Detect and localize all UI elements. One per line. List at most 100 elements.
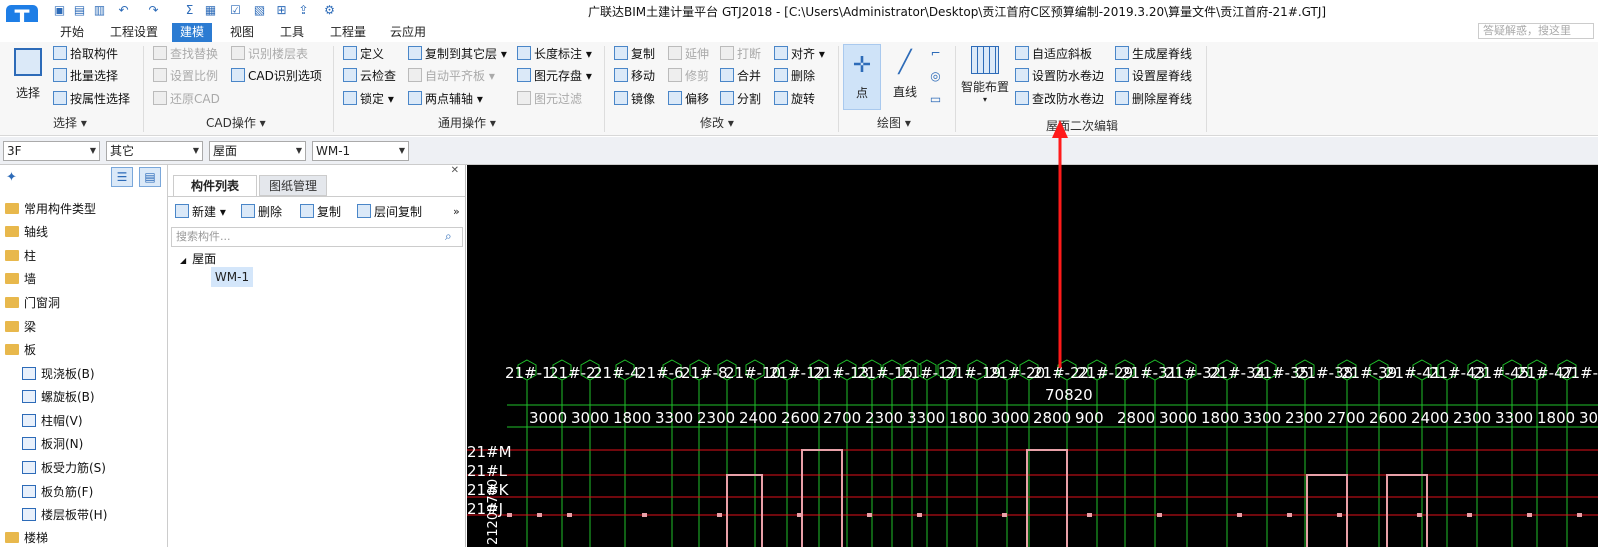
tree-item[interactable]: 螺旋板(B) bbox=[22, 388, 95, 405]
check-icon[interactable]: ☑ bbox=[228, 3, 243, 17]
tab-component-list[interactable]: 构件列表 bbox=[173, 175, 257, 196]
break-button[interactable]: 打断 bbox=[720, 44, 761, 64]
redo-icon[interactable]: ↷ bbox=[146, 3, 161, 17]
open-file-icon[interactable]: ▥ bbox=[92, 3, 107, 17]
report-icon[interactable]: ▧ bbox=[252, 3, 267, 17]
rotate-button[interactable]: 旋转 bbox=[774, 89, 815, 109]
component-type-select[interactable]: 屋面 ▼ bbox=[209, 141, 306, 161]
element-filter-button[interactable]: 图元过滤 bbox=[517, 89, 582, 109]
tree-folder[interactable]: 轴线 bbox=[5, 223, 48, 240]
define-button[interactable]: 定义 bbox=[343, 44, 384, 64]
cad-recognize-options-button[interactable]: CAD识别选项 bbox=[231, 66, 322, 86]
set-ridge-line-button[interactable]: 设置屋脊线 bbox=[1115, 66, 1192, 86]
tab-project-settings[interactable]: 工程设置 bbox=[102, 23, 166, 42]
point-draw-button[interactable]: ✛ 点 bbox=[843, 44, 881, 110]
move-button[interactable]: 移动 bbox=[614, 66, 655, 86]
export-icon[interactable]: ⇪ bbox=[296, 3, 311, 17]
new-component-button[interactable]: 新建 ▾ bbox=[175, 202, 226, 222]
icon-view-icon[interactable]: ▤ bbox=[139, 167, 161, 187]
tree-item[interactable]: 板洞(N) bbox=[22, 435, 83, 452]
sum-icon[interactable]: Σ bbox=[182, 3, 197, 17]
calc-icon[interactable]: ▦ bbox=[203, 3, 218, 17]
save-element-button[interactable]: 图元存盘 ▾ bbox=[517, 66, 592, 86]
rectangle-icon[interactable]: ▭ bbox=[928, 92, 943, 106]
set-waterproof-edge-button[interactable]: 设置防水卷边 bbox=[1015, 66, 1104, 86]
search-icon[interactable]: ⌕ bbox=[445, 229, 452, 244]
help-search-input[interactable]: 答疑解惑，搜这里 bbox=[1478, 23, 1594, 39]
tree-folder[interactable]: 墙 bbox=[5, 270, 36, 287]
set-scale-button[interactable]: 设置比例 bbox=[153, 66, 218, 86]
delete-button[interactable]: 删除 bbox=[774, 66, 815, 86]
circle-icon[interactable]: ◎ bbox=[928, 69, 943, 83]
group-label-modify[interactable]: 修改 ▾ bbox=[700, 114, 734, 131]
close-icon[interactable]: ✕ bbox=[451, 165, 459, 176]
adaptive-slope-slab-button[interactable]: 自适应斜板 bbox=[1015, 44, 1092, 64]
restore-cad-button[interactable]: 还原CAD bbox=[153, 89, 220, 109]
align-button[interactable]: 对齐 ▾ bbox=[774, 44, 825, 64]
recognize-floor-table-button[interactable]: 识别楼层表 bbox=[231, 44, 308, 64]
group-label-draw[interactable]: 绘图 ▾ bbox=[877, 114, 911, 131]
tree-folder[interactable]: 楼梯 bbox=[5, 529, 48, 546]
floor-select[interactable]: 3F ▼ bbox=[3, 141, 100, 161]
copy-between-floors-button[interactable]: 层间复制 bbox=[357, 202, 422, 222]
save-icon[interactable]: ▣ bbox=[52, 3, 67, 17]
mirror-button[interactable]: 镜像 bbox=[614, 89, 655, 109]
pin-icon[interactable]: ✦ bbox=[6, 170, 17, 185]
more-icon[interactable]: » bbox=[453, 205, 460, 218]
drawing-canvas[interactable]: 21#-1 21#-2 21#-4 21#-6 21#-8 21#-10 21#-12 21#… bbox=[467, 165, 1598, 547]
extend-button[interactable]: 延伸 bbox=[668, 44, 709, 64]
split-button[interactable]: 分割 bbox=[720, 89, 761, 109]
tab-tools[interactable]: 工具 bbox=[272, 23, 312, 42]
find-replace-button[interactable]: 查找替换 bbox=[153, 44, 218, 64]
copy-component-button[interactable]: 复制 bbox=[300, 202, 341, 222]
delete-component-button[interactable]: 删除 bbox=[241, 202, 282, 222]
tree-folder-open[interactable]: 板 bbox=[5, 341, 36, 358]
settings-icon[interactable]: ⚙ bbox=[322, 3, 337, 17]
tab-start[interactable]: 开始 bbox=[52, 23, 92, 42]
tree-item[interactable]: 楼层板带(H) bbox=[22, 506, 107, 523]
tree-folder[interactable]: 常用构件类型 bbox=[5, 200, 96, 217]
copy-to-other-floor-button[interactable]: 复制到其它层 ▾ bbox=[408, 44, 507, 64]
copy-button[interactable]: 复制 bbox=[614, 44, 655, 64]
lock-button[interactable]: 锁定 ▾ bbox=[343, 89, 394, 109]
tree-folder[interactable]: 门窗洞 bbox=[5, 294, 60, 311]
component-group[interactable]: ◢ 屋面 bbox=[180, 250, 216, 267]
batch-select-button[interactable]: 批量选择 bbox=[53, 66, 118, 86]
list-view-icon[interactable]: ☰ bbox=[111, 167, 133, 187]
two-point-axis-button[interactable]: 两点辅轴 ▾ bbox=[408, 89, 483, 109]
smart-layout-button[interactable]: 智能布置 ▾ bbox=[960, 46, 1010, 104]
line-draw-button[interactable]: ╱ 直线 bbox=[888, 44, 922, 100]
new-file-icon[interactable]: ▤ bbox=[72, 3, 87, 17]
pick-component-button[interactable]: 拾取构件 bbox=[53, 44, 118, 64]
auto-align-slab-button[interactable]: 自动平齐板 ▾ bbox=[408, 66, 495, 86]
cad-icon[interactable]: ⊞ bbox=[274, 3, 289, 17]
group-label-common[interactable]: 通用操作 ▾ bbox=[438, 114, 496, 131]
edit-waterproof-edge-button[interactable]: 查改防水卷边 bbox=[1015, 89, 1104, 109]
group-label-cad[interactable]: CAD操作 ▾ bbox=[206, 114, 266, 131]
tree-item[interactable]: 柱帽(V) bbox=[22, 412, 83, 429]
tab-quantity[interactable]: 工程量 bbox=[322, 23, 374, 42]
undo-icon[interactable]: ↶ bbox=[116, 3, 131, 17]
cloud-check-button[interactable]: 云检查 bbox=[343, 66, 396, 86]
trim-button[interactable]: 修剪 bbox=[668, 66, 709, 86]
offset-button[interactable]: 偏移 bbox=[668, 89, 709, 109]
component-category-select[interactable]: 其它 ▼ bbox=[106, 141, 203, 161]
component-name-select[interactable]: WM-1 ▼ bbox=[312, 141, 409, 161]
select-by-property-button[interactable]: 按属性选择 bbox=[53, 89, 130, 109]
tree-item[interactable]: 板受力筋(S) bbox=[22, 459, 106, 476]
component-search-input[interactable]: 搜索构件... bbox=[171, 227, 463, 247]
polyline-icon[interactable]: ⌐ bbox=[928, 46, 943, 60]
select-button[interactable]: 选择 bbox=[8, 48, 48, 101]
delete-ridge-line-button[interactable]: 删除屋脊线 bbox=[1115, 89, 1192, 109]
tree-folder[interactable]: 梁 bbox=[5, 318, 36, 335]
tree-item[interactable]: 现浇板(B) bbox=[22, 365, 95, 382]
tab-drawing-management[interactable]: 图纸管理 bbox=[259, 175, 327, 196]
component-item-selected[interactable]: WM-1 bbox=[211, 267, 253, 287]
length-dimension-button[interactable]: 长度标注 ▾ bbox=[517, 44, 592, 64]
generate-ridge-line-button[interactable]: 生成屋脊线 bbox=[1115, 44, 1192, 64]
tree-item[interactable]: 板负筋(F) bbox=[22, 483, 93, 500]
tab-modeling[interactable]: 建模 bbox=[172, 23, 213, 42]
merge-button[interactable]: 合并 bbox=[720, 66, 761, 86]
tab-cloud[interactable]: 云应用 bbox=[382, 23, 434, 42]
group-label-select[interactable]: 选择 ▾ bbox=[53, 114, 87, 131]
